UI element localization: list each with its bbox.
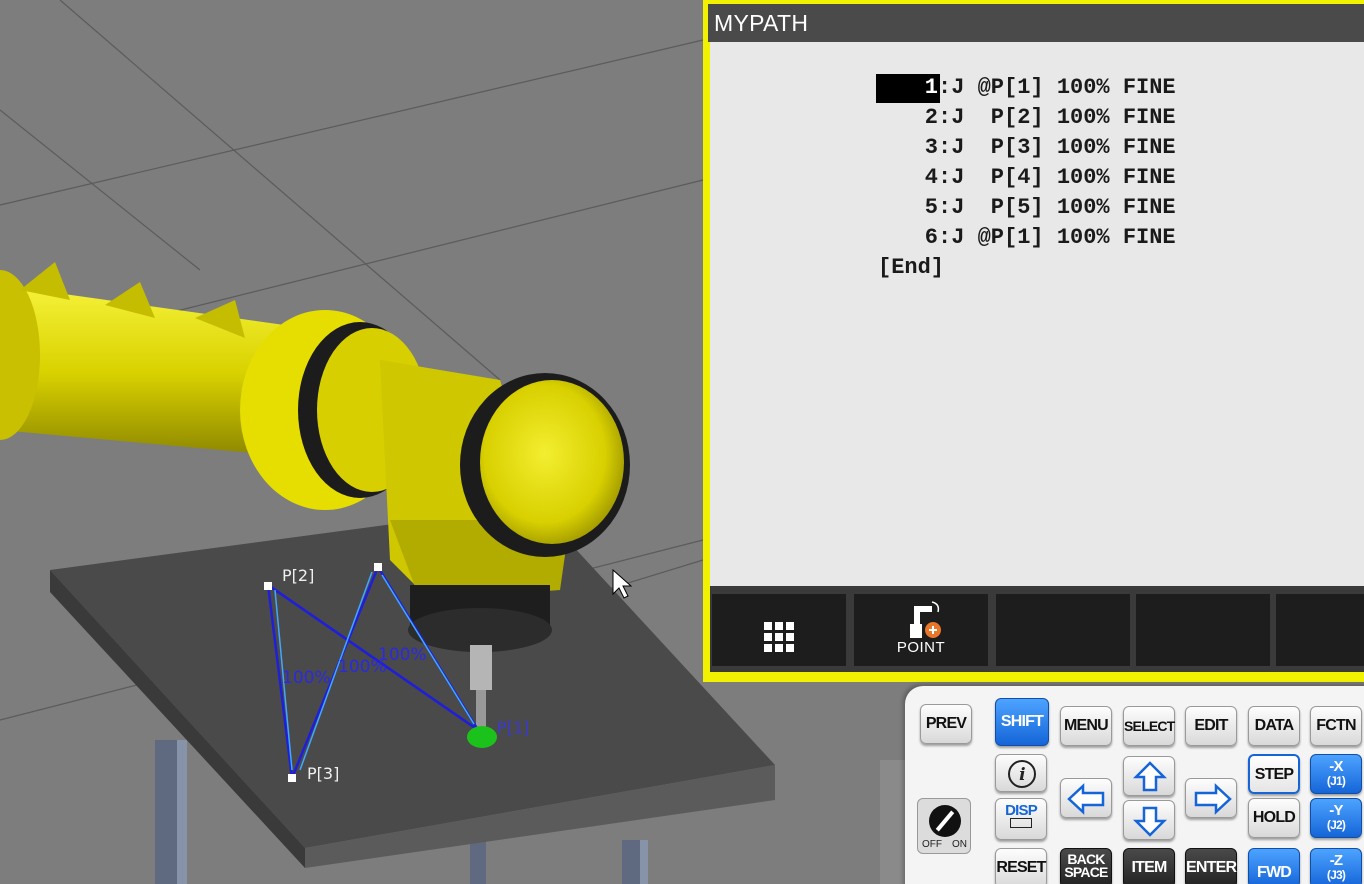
point-marker-p4[interactable] [374,563,382,571]
target-point-icon[interactable] [467,726,497,748]
enter-key[interactable]: ENTER [1185,848,1237,884]
shift-key[interactable]: SHIFT [995,698,1049,746]
up-arrow-icon [1132,761,1168,792]
f2-point-button[interactable]: POINT [854,594,988,666]
key-label: SPACE [1064,864,1108,880]
item-key[interactable]: ITEM [1123,848,1175,884]
info-icon: i [1008,760,1036,788]
key-sublabel: (J3) [1326,868,1346,882]
program-line[interactable]: 4:J P[4] 100% FINE [878,164,1176,192]
prev-key[interactable]: PREV [920,704,972,744]
down-arrow-icon [1132,806,1168,837]
keypad: PREV SHIFT MENU SELECT EDIT DATA FCTN i … [905,686,1364,884]
program-title: MYPATH [708,4,1364,42]
function-key-bar: POINT [710,586,1364,672]
enable-switch[interactable]: OFF ON [917,798,971,854]
speed-label: 100% [378,645,427,665]
edit-key[interactable]: EDIT [1185,706,1237,746]
key-label: DISP [1005,802,1038,819]
left-arrow-key[interactable] [1060,778,1112,818]
f1-menu-button[interactable] [712,594,846,666]
program-line[interactable]: 2:J P[2] 100% FINE [878,104,1176,132]
menu-key[interactable]: MENU [1060,706,1112,746]
speed-label: 100% [282,668,331,688]
line-number: 6 [924,225,938,250]
select-key[interactable]: SELECT [1123,706,1175,746]
f3-button[interactable] [996,594,1130,666]
point-label-p2: P[2] [282,566,314,585]
point-marker-p2[interactable] [264,582,272,590]
point-marker-p3[interactable] [288,774,296,782]
neg-y-j2-key[interactable]: -Y (J2) [1310,798,1362,838]
line-instruction: :J P[4] 100% FINE [938,165,1176,190]
line-instruction: :J P[3] 100% FINE [938,135,1176,160]
program-editor[interactable]: 1:J @P[1] 100% FINE 2:J P[2] 100% FINE 3… [710,42,1364,586]
up-arrow-key[interactable] [1123,756,1175,796]
f4-button[interactable] [1136,594,1270,666]
switch-on-label: ON [952,839,967,850]
line-number: 3 [924,135,938,160]
line-instruction: :J @P[1] 100% FINE [938,225,1176,250]
hold-key[interactable]: HOLD [1248,798,1300,838]
key-sublabel: (J2) [1326,818,1346,832]
line-number: 5 [924,195,938,220]
step-key[interactable]: STEP [1248,754,1300,794]
fctn-key[interactable]: FCTN [1310,706,1362,746]
backspace-key[interactable]: BACK SPACE [1060,848,1112,884]
right-arrow-icon [1194,783,1232,815]
switch-knob-icon [929,805,961,837]
fwd-key[interactable]: FWD [1248,848,1300,884]
disp-key[interactable]: DISP [995,798,1047,840]
line-instruction: :J P[2] 100% FINE [938,105,1176,130]
point-label-p1: P[1] [497,718,529,737]
switch-off-label: OFF [922,839,942,850]
disp-window-icon [1010,818,1032,828]
right-arrow-key[interactable] [1185,778,1237,818]
program-line[interactable]: 3:J P[3] 100% FINE [878,134,1176,162]
key-sublabel: (J1) [1326,774,1346,788]
neg-x-j1-key[interactable]: -X (J1) [1310,754,1362,794]
neg-z-j3-key[interactable]: -Z (J3) [1310,848,1362,884]
key-label: FWD [1256,864,1292,881]
info-key[interactable]: i [995,754,1047,792]
f5-button[interactable] [1276,594,1364,666]
down-arrow-key[interactable] [1123,800,1175,840]
key-label: -Y [1329,802,1343,819]
line-number: 1 [924,75,938,100]
line-instruction: :J P[5] 100% FINE [938,195,1176,220]
point-label-p3: P[3] [307,764,339,783]
end-marker[interactable]: [End] [878,254,944,282]
robot-point-icon [910,601,941,638]
line-number: 2 [924,105,938,130]
left-arrow-icon [1067,783,1105,815]
svg-text:i: i [1019,765,1025,785]
program-line[interactable]: 1:J @P[1] 100% FINE [878,74,1176,102]
simulation-window: P[2] P[3] P[1] 100% 100% 100% MYPATH 1:J… [0,0,1364,884]
program-line[interactable]: 5:J P[5] 100% FINE [878,194,1176,222]
f2-label: POINT [896,639,946,656]
line-instruction: :J @P[1] 100% FINE [938,75,1176,100]
data-key[interactable]: DATA [1248,706,1300,746]
key-label: -Z [1329,852,1343,869]
key-label: -X [1329,758,1343,775]
line-number: 4 [924,165,938,190]
grid-icon [764,622,794,652]
program-line[interactable]: 6:J @P[1] 100% FINE [878,224,1176,252]
reset-key[interactable]: RESET [995,848,1047,884]
